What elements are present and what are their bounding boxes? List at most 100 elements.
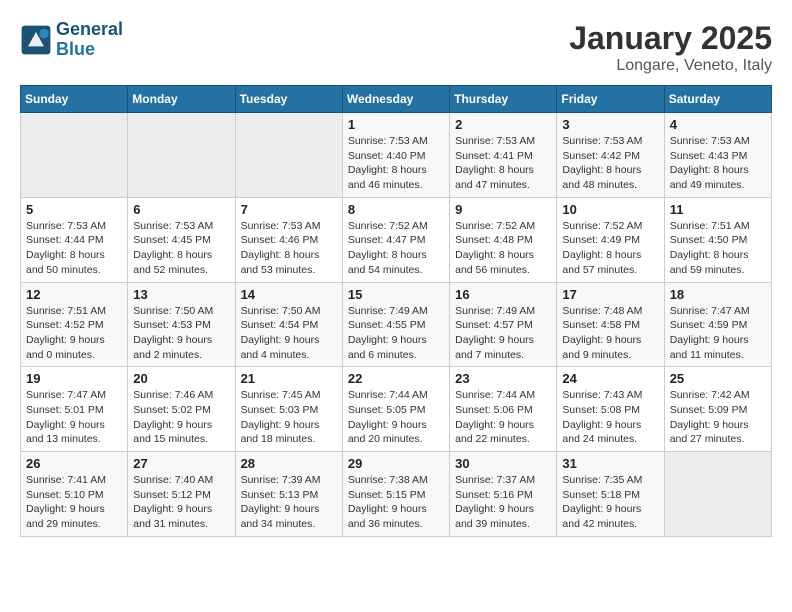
calendar-cell: 30Sunrise: 7:37 AM Sunset: 5:16 PM Dayli… (450, 452, 557, 537)
calendar-cell: 3 Sunrise: 7:53 AM Sunset: 4:42 PM Daylig… (557, 113, 664, 198)
calendar-cell: 8 Sunrise: 7:52 AM Sunset: 4:47 PM Daylig… (342, 197, 449, 282)
day-number: 5 (26, 202, 122, 217)
day-number: 30 (455, 456, 551, 471)
day-number: 26 (26, 456, 122, 471)
calendar-cell: 20 Sunrise: 7:46 AM Sunset: 5:02 PM Dayli… (128, 367, 235, 452)
day-info: Sunrise: 7:53 AM Sunset: 4:41 PM Dayligh… (455, 134, 551, 193)
calendar-cell: 15 Sunrise: 7:49 AM Sunset: 4:55 PM Dayli… (342, 282, 449, 367)
day-number: 17 (562, 287, 658, 302)
day-info: Sunrise: 7:52 AM Sunset: 4:47 PM Dayligh… (348, 219, 444, 278)
weekday-header-tuesday: Tuesday (235, 86, 342, 113)
day-number: 14 (241, 287, 337, 302)
day-number: 6 (133, 202, 229, 217)
day-info: Sunrise: 7:48 AM Sunset: 4:58 PM Dayligh… (562, 304, 658, 363)
calendar-week-row: 5Sunrise: 7:53 AM Sunset: 4:44 PM Daylig… (21, 197, 772, 282)
calendar-cell: 18 Sunrise: 7:47 AM Sunset: 4:59 PM Dayli… (664, 282, 771, 367)
day-number: 16 (455, 287, 551, 302)
day-info: Sunrise: 7:43 AM Sunset: 5:08 PM Dayligh… (562, 388, 658, 447)
calendar-cell: 6Sunrise: 7:53 AM Sunset: 4:45 PM Daylig… (128, 197, 235, 282)
calendar-title: January 2025 (569, 20, 772, 57)
day-info: Sunrise: 7:47 AM Sunset: 5:01 PM Dayligh… (26, 388, 122, 447)
day-number: 29 (348, 456, 444, 471)
page-header: General Blue January 2025 Longare, Venet… (20, 20, 772, 75)
day-info: Sunrise: 7:53 AM Sunset: 4:42 PM Dayligh… (562, 134, 658, 193)
day-info: Sunrise: 7:53 AM Sunset: 4:46 PM Dayligh… (241, 219, 337, 278)
weekday-header-friday: Friday (557, 86, 664, 113)
day-number: 4 (670, 117, 766, 132)
calendar-cell: 23Sunrise: 7:44 AM Sunset: 5:06 PM Dayli… (450, 367, 557, 452)
calendar-cell: 11 Sunrise: 7:51 AM Sunset: 4:50 PM Dayli… (664, 197, 771, 282)
calendar-cell: 19 Sunrise: 7:47 AM Sunset: 5:01 PM Dayli… (21, 367, 128, 452)
weekday-header-monday: Monday (128, 86, 235, 113)
day-number: 31 (562, 456, 658, 471)
day-number: 28 (241, 456, 337, 471)
day-info: Sunrise: 7:49 AM Sunset: 4:55 PM Dayligh… (348, 304, 444, 363)
day-info: Sunrise: 7:47 AM Sunset: 4:59 PM Dayligh… (670, 304, 766, 363)
calendar-cell: 28 Sunrise: 7:39 AM Sunset: 5:13 PM Dayli… (235, 452, 342, 537)
calendar-week-row: 1Sunrise: 7:53 AM Sunset: 4:40 PM Daylig… (21, 113, 772, 198)
calendar-cell: 13 Sunrise: 7:50 AM Sunset: 4:53 PM Dayli… (128, 282, 235, 367)
day-number: 20 (133, 371, 229, 386)
day-info: Sunrise: 7:38 AM Sunset: 5:15 PM Dayligh… (348, 473, 444, 532)
day-number: 12 (26, 287, 122, 302)
day-info: Sunrise: 7:44 AM Sunset: 5:06 PM Dayligh… (455, 388, 551, 447)
weekday-header-thursday: Thursday (450, 86, 557, 113)
weekday-header-saturday: Saturday (664, 86, 771, 113)
day-info: Sunrise: 7:50 AM Sunset: 4:53 PM Dayligh… (133, 304, 229, 363)
logo-line2: Blue (56, 39, 95, 59)
day-info: Sunrise: 7:51 AM Sunset: 4:50 PM Dayligh… (670, 219, 766, 278)
calendar-cell: 24 Sunrise: 7:43 AM Sunset: 5:08 PM Dayli… (557, 367, 664, 452)
logo-icon (20, 24, 52, 56)
day-number: 3 (562, 117, 658, 132)
day-info: Sunrise: 7:39 AM Sunset: 5:13 PM Dayligh… (241, 473, 337, 532)
calendar-cell: 14 Sunrise: 7:50 AM Sunset: 4:54 PM Dayli… (235, 282, 342, 367)
calendar-cell: 4 Sunrise: 7:53 AM Sunset: 4:43 PM Daylig… (664, 113, 771, 198)
calendar-cell: 17 Sunrise: 7:48 AM Sunset: 4:58 PM Dayli… (557, 282, 664, 367)
title-block: January 2025 Longare, Veneto, Italy (569, 20, 772, 75)
calendar-cell: 27Sunrise: 7:40 AM Sunset: 5:12 PM Dayli… (128, 452, 235, 537)
day-number: 1 (348, 117, 444, 132)
day-number: 19 (26, 371, 122, 386)
day-number: 11 (670, 202, 766, 217)
calendar-week-row: 26Sunrise: 7:41 AM Sunset: 5:10 PM Dayli… (21, 452, 772, 537)
calendar-cell: 22Sunrise: 7:44 AM Sunset: 5:05 PM Dayli… (342, 367, 449, 452)
calendar-cell: 5Sunrise: 7:53 AM Sunset: 4:44 PM Daylig… (21, 197, 128, 282)
calendar-cell: 10Sunrise: 7:52 AM Sunset: 4:49 PM Dayli… (557, 197, 664, 282)
calendar-header: SundayMondayTuesdayWednesdayThursdayFrid… (21, 86, 772, 113)
calendar-cell: 31Sunrise: 7:35 AM Sunset: 5:18 PM Dayli… (557, 452, 664, 537)
day-info: Sunrise: 7:52 AM Sunset: 4:49 PM Dayligh… (562, 219, 658, 278)
day-number: 13 (133, 287, 229, 302)
day-number: 15 (348, 287, 444, 302)
calendar-cell: 25Sunrise: 7:42 AM Sunset: 5:09 PM Dayli… (664, 367, 771, 452)
day-number: 7 (241, 202, 337, 217)
calendar-week-row: 12 Sunrise: 7:51 AM Sunset: 4:52 PM Dayli… (21, 282, 772, 367)
day-info: Sunrise: 7:45 AM Sunset: 5:03 PM Dayligh… (241, 388, 337, 447)
calendar-cell: 1Sunrise: 7:53 AM Sunset: 4:40 PM Daylig… (342, 113, 449, 198)
calendar-cell: 26Sunrise: 7:41 AM Sunset: 5:10 PM Dayli… (21, 452, 128, 537)
calendar-cell: 7 Sunrise: 7:53 AM Sunset: 4:46 PM Daylig… (235, 197, 342, 282)
day-info: Sunrise: 7:53 AM Sunset: 4:43 PM Dayligh… (670, 134, 766, 193)
day-info: Sunrise: 7:51 AM Sunset: 4:52 PM Dayligh… (26, 304, 122, 363)
calendar-cell: 29 Sunrise: 7:38 AM Sunset: 5:15 PM Dayli… (342, 452, 449, 537)
day-number: 25 (670, 371, 766, 386)
day-number: 18 (670, 287, 766, 302)
day-number: 8 (348, 202, 444, 217)
weekday-header-row: SundayMondayTuesdayWednesdayThursdayFrid… (21, 86, 772, 113)
day-number: 21 (241, 371, 337, 386)
day-info: Sunrise: 7:50 AM Sunset: 4:54 PM Dayligh… (241, 304, 337, 363)
day-info: Sunrise: 7:46 AM Sunset: 5:02 PM Dayligh… (133, 388, 229, 447)
day-number: 27 (133, 456, 229, 471)
day-info: Sunrise: 7:52 AM Sunset: 4:48 PM Dayligh… (455, 219, 551, 278)
logo: General Blue (20, 20, 123, 60)
calendar-week-row: 19 Sunrise: 7:47 AM Sunset: 5:01 PM Dayli… (21, 367, 772, 452)
calendar-cell (21, 113, 128, 198)
calendar-cell: 16 Sunrise: 7:49 AM Sunset: 4:57 PM Dayli… (450, 282, 557, 367)
day-number: 24 (562, 371, 658, 386)
day-info: Sunrise: 7:49 AM Sunset: 4:57 PM Dayligh… (455, 304, 551, 363)
calendar-cell (128, 113, 235, 198)
day-number: 2 (455, 117, 551, 132)
calendar-cell: 2 Sunrise: 7:53 AM Sunset: 4:41 PM Daylig… (450, 113, 557, 198)
weekday-header-sunday: Sunday (21, 86, 128, 113)
calendar-cell (235, 113, 342, 198)
day-info: Sunrise: 7:44 AM Sunset: 5:05 PM Dayligh… (348, 388, 444, 447)
